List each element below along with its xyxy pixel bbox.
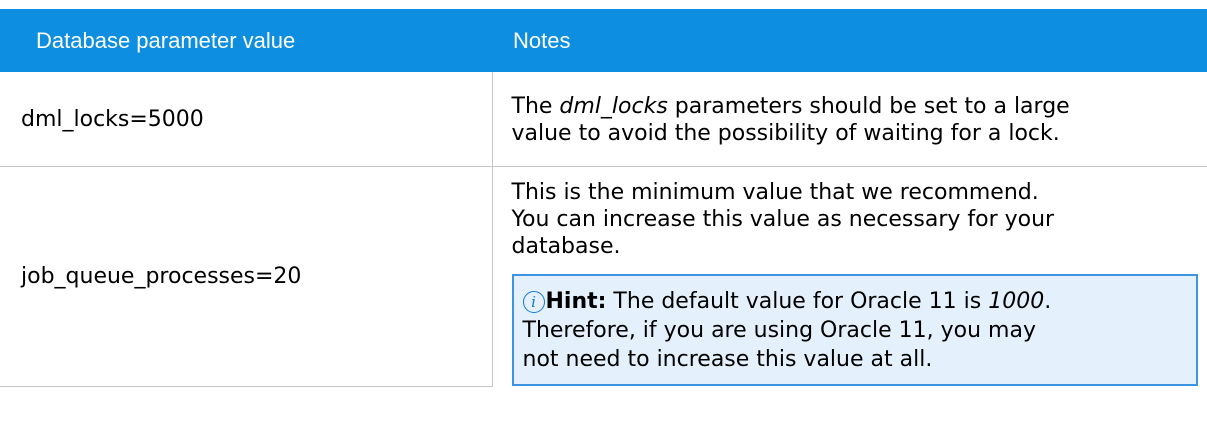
page: Database parameter value Notes dml_locks… (0, 0, 1207, 444)
table-header: Database parameter value Notes (0, 9, 1207, 72)
note-line: value to avoid the possibility of waitin… (511, 121, 1060, 146)
hint-line: Therefore, if you are using Oracle 11, y… (522, 318, 1036, 343)
hint-label: Hint: (545, 289, 607, 314)
hint-text-segment: The default value for Oracle 11 is (606, 289, 989, 314)
note-text: This is the minimum value that we recomm… (512, 179, 1207, 260)
notes-cell: The dml_locks parameters should be set t… (492, 72, 1207, 167)
note-line: The dml_locks parameters should be set t… (512, 93, 1207, 120)
table-row: job_queue_processes=20 This is the minim… (0, 166, 1207, 387)
column-header-notes: Notes (492, 9, 1207, 72)
notes-cell: This is the minimum value that we recomm… (492, 167, 1207, 386)
header-row: Database parameter value Notes (0, 9, 1207, 72)
hint-line: i Hint: The default value for Oracle 11 i… (522, 287, 1196, 316)
note-line: database. (511, 234, 621, 259)
parameter-cell: dml_locks=5000 (0, 72, 493, 167)
column-header-parameter: Database parameter value (0, 9, 492, 72)
note-text: The dml_locks parameters should be set t… (512, 93, 1207, 147)
hint-text-segment: . (1044, 289, 1052, 314)
parameter-name-emphasis: dml_locks (559, 94, 668, 119)
hint-callout: i Hint: The default value for Oracle 11 i… (511, 274, 1198, 386)
note-line: You can increase this value as necessary… (511, 207, 1055, 232)
table-body: dml_locks=5000 The dml_locks parameters … (0, 72, 1207, 387)
hint-line: not need to increase this value at all. (522, 347, 933, 372)
hint-value-emphasis: 1000 (988, 289, 1045, 314)
note-line: This is the minimum value that we recomm… (511, 180, 1039, 205)
note-text-segment: parameters should be set to a large (667, 94, 1070, 119)
note-text-segment: The (511, 94, 560, 119)
table-row: dml_locks=5000 The dml_locks parameters … (0, 72, 1207, 167)
parameter-cell: job_queue_processes=20 (0, 166, 493, 387)
parameters-table: Database parameter value Notes dml_locks… (0, 9, 1207, 387)
info-icon: i (522, 291, 545, 313)
